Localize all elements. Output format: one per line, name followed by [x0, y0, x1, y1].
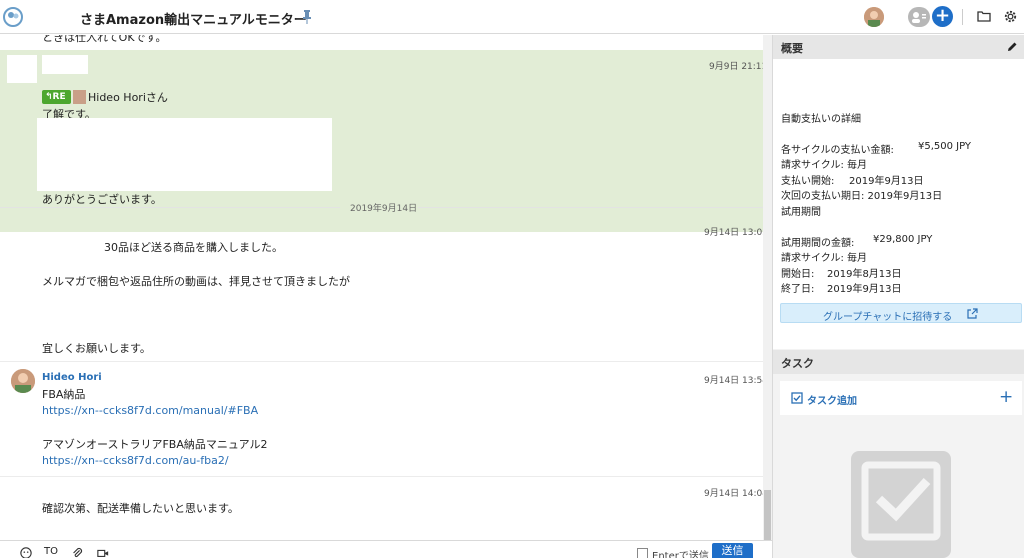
redacted-content [37, 118, 332, 191]
message-timestamp: 9月9日 21:11 [709, 62, 768, 72]
header-bar: さまAmazon輸出マニュアルモニター + [0, 0, 1024, 34]
redacted-avatar [7, 55, 37, 83]
message-link[interactable]: https://xn--ccks8f7d.com/au-fba2/ [42, 454, 229, 467]
reply-arrow-icon: ↰ [45, 92, 53, 102]
detail-value: ¥5,500 JPY [918, 141, 972, 152]
member-list-button[interactable] [908, 7, 930, 27]
trial-label: 終了日: [781, 284, 815, 295]
folder-icon[interactable] [977, 10, 991, 22]
message-text: メルマガで梱包や返品住所の動画は、拝見させて頂きましたが [42, 275, 350, 288]
to-button[interactable]: TO [44, 546, 58, 557]
date-line-right [418, 207, 763, 208]
message-composer-toolbar: TO Enterで送信 送信 [0, 540, 772, 558]
emoji-icon[interactable] [19, 547, 33, 558]
date-separator: 2019年9月14日 [0, 200, 763, 214]
message-timestamp: 9月14日 13:05 [704, 228, 768, 238]
trial-value: 2019年8月13日 [827, 269, 902, 280]
empty-task-check-icon [851, 451, 951, 558]
chat-scrollbar[interactable] [763, 35, 772, 540]
invite-label: グループチャットに招待する [823, 312, 953, 323]
message-text: ときは仕入れてOKです。 [42, 35, 167, 44]
message-text: アマゾンオーストラリアFBA納品マニュアル2 [42, 438, 268, 451]
task-header: タスク [773, 350, 1024, 374]
pin-icon[interactable] [302, 10, 312, 24]
reply-avatar [73, 90, 86, 104]
details-heading: 自動支払いの詳細 [781, 114, 861, 125]
add-button[interactable]: + [932, 6, 953, 27]
date-line-left [0, 207, 340, 208]
summary-title: 概要 [781, 42, 803, 55]
message-text: 30品ほど送る商品を購入しました。 [104, 241, 283, 254]
send-button[interactable]: 送信 [712, 543, 753, 558]
message-text: 確認次第、配送準備したいと思います。 [42, 502, 239, 515]
detail-label: 請求サイクル: 毎月 [781, 160, 868, 171]
room-info-panel: 概要 自動支払いの詳細 各サイクルの支払い金額: ¥5,500 JPY 請求サイ… [772, 35, 1024, 558]
sender-name[interactable]: Hideo Hori [42, 372, 102, 383]
detail-label: 支払い開始: [781, 176, 835, 187]
checkbox-icon [791, 392, 803, 404]
person-photo-icon [11, 369, 35, 393]
message-timestamp: 9月14日 13:54 [704, 376, 768, 386]
message-text: 宜しくお願いします。 [42, 342, 151, 355]
trial-label: 開始日: [781, 269, 815, 280]
reply-badge[interactable]: ↰RE [42, 90, 71, 104]
trial-label: 請求サイクル: 毎月 [781, 253, 868, 264]
trial-value: 2019年9月13日 [827, 284, 902, 295]
app-logo-icon[interactable] [3, 7, 23, 27]
redacted-sender [42, 55, 88, 74]
header-separator [962, 9, 963, 25]
my-avatar[interactable] [864, 7, 884, 27]
scrollbar-thumb[interactable] [764, 490, 771, 540]
message-divider [0, 476, 763, 477]
gear-icon[interactable] [1003, 9, 1018, 24]
trial-value: ¥29,800 JPY [873, 234, 933, 245]
attach-icon[interactable] [70, 547, 84, 558]
video-call-icon[interactable] [96, 547, 110, 558]
invite-group-chat-button[interactable]: グループチャットに招待する [780, 303, 1022, 323]
redacted-summary [774, 60, 942, 108]
summary-body: 自動支払いの詳細 各サイクルの支払い金額: ¥5,500 JPY 請求サイクル:… [773, 59, 1024, 349]
person-photo-icon [864, 7, 884, 27]
task-add-plus-icon[interactable]: + [999, 387, 1013, 407]
detail-label: 各サイクルの支払い金額: [781, 145, 894, 156]
date-label: 2019年9月14日 [350, 204, 418, 214]
message-link[interactable]: https://xn--ccks8f7d.com/manual/#FBA [42, 404, 258, 417]
trial-label: 試用期間の金額: [781, 238, 855, 249]
reply-to-name: Hideo Horiさん [88, 91, 168, 104]
message-divider [0, 361, 763, 362]
detail-label: 次回の支払い期日: 2019年9月13日 [781, 191, 943, 202]
message-timestamp: 9月14日 14:04 [704, 489, 768, 499]
chat-timeline[interactable]: ときは仕入れてOKです。 9月9日 21:11 ↰RE Hideo Horiさん… [0, 35, 772, 540]
detail-value: 2019年9月13日 [849, 176, 924, 187]
summary-header: 概要 [773, 35, 1024, 59]
room-title: さまAmazon輸出マニュアルモニター [80, 13, 307, 28]
reply-badge-label: RE [52, 92, 66, 102]
external-link-icon [967, 308, 978, 319]
task-add-label[interactable]: タスク追加 [807, 392, 857, 407]
task-title: タスク [781, 357, 814, 370]
sender-avatar[interactable] [11, 369, 35, 393]
enter-to-send-checkbox[interactable] [637, 548, 648, 558]
task-add-row[interactable]: タスク追加 + [780, 381, 1022, 415]
edit-pencil-icon[interactable] [1006, 41, 1018, 53]
members-icon [912, 12, 926, 23]
message-text: FBA納品 [42, 388, 86, 401]
enter-to-send-label: Enterで送信 [652, 551, 709, 558]
detail-label: 試用期間 [781, 207, 821, 218]
